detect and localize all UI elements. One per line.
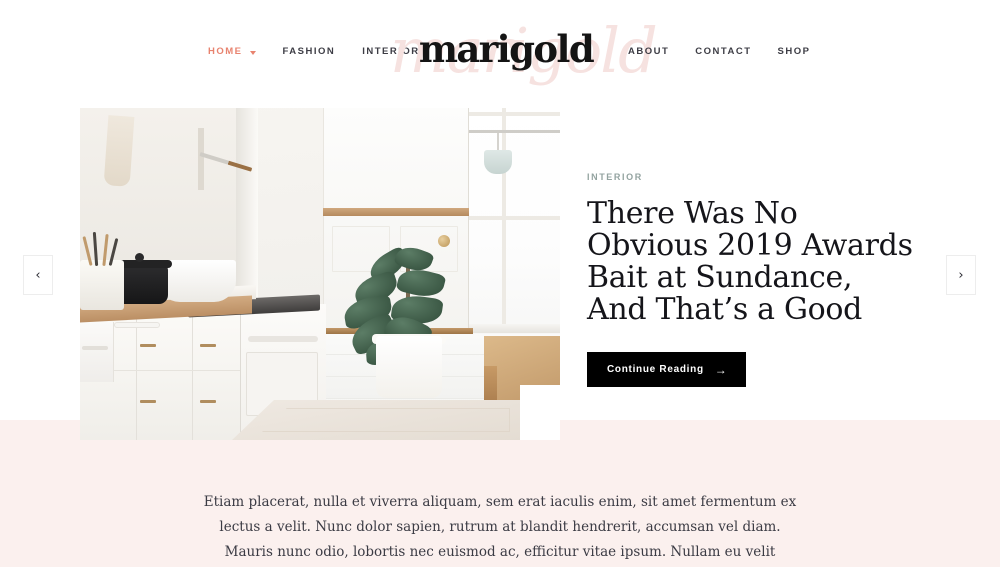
chevron-down-icon[interactable] <box>249 50 256 55</box>
continue-reading-button[interactable]: Continue Reading → <box>587 352 747 387</box>
slider-prev-button[interactable]: ‹ <box>23 255 53 295</box>
photo-dishwasher <box>80 322 114 382</box>
photo-dishwasher-handle <box>82 346 108 350</box>
photo-cabinet-pull <box>200 344 216 347</box>
hero-text-block: INTERIOR There Was No Obvious 2019 Award… <box>587 172 917 387</box>
nav-item-contact[interactable]: CONTACT <box>695 45 751 59</box>
photo-hanging-planter <box>484 150 512 174</box>
primary-navigation-right: ABOUT CONTACT SHOP <box>628 45 810 59</box>
nav-item-home-wrapper[interactable]: HOME <box>208 45 256 59</box>
photo-cabinet-seam <box>136 314 137 440</box>
photo-hanging-towel <box>103 115 135 187</box>
photo-cabinet-pull <box>140 400 156 403</box>
photo-door <box>323 108 469 334</box>
nav-item-about[interactable]: ABOUT <box>628 45 669 59</box>
chevron-left-icon: ‹ <box>35 267 41 283</box>
photo-stove-knobs <box>248 336 318 342</box>
photo-rug-border <box>262 408 510 432</box>
photo-pot-knob <box>135 253 144 262</box>
site-header: HOME FASHION INTERIOR marigold marigold … <box>0 0 1000 108</box>
photo-cabinet-pull <box>200 400 216 403</box>
photo-cabinet-pull <box>140 344 156 347</box>
photo-drawer-handle <box>114 322 160 328</box>
photo-knife-strip <box>198 128 204 190</box>
photo-hanging-cord <box>497 133 499 151</box>
nav-item-shop[interactable]: SHOP <box>778 45 811 59</box>
continue-reading-label: Continue Reading <box>607 364 704 375</box>
nav-item-home[interactable]: HOME <box>208 45 243 59</box>
slider-next-button[interactable]: › <box>946 255 976 295</box>
intro-section: Etiam placerat, nulla et viverra aliquam… <box>0 490 1000 567</box>
photo-corner-notch <box>520 385 560 440</box>
arrow-right-icon: → <box>714 362 728 377</box>
photo-cabinet-seam <box>192 314 193 440</box>
site-logo[interactable]: marigold marigold <box>390 6 658 101</box>
logo-wordmark: marigold <box>418 27 595 71</box>
chevron-right-icon: › <box>958 267 964 283</box>
photo-door-rail <box>323 208 469 216</box>
intro-paragraph: Etiam placerat, nulla et viverra aliquam… <box>203 494 797 560</box>
hero-image <box>80 108 560 440</box>
primary-navigation-left: HOME FASHION INTERIOR <box>208 45 420 59</box>
kitchen-photo <box>80 108 560 440</box>
photo-door-knob <box>438 235 450 247</box>
photo-planter <box>376 336 442 398</box>
hero-headline: There Was No Obvious 2019 Awards Bait at… <box>587 196 913 327</box>
photo-utensil-crock <box>80 260 124 310</box>
nav-item-fashion[interactable]: FASHION <box>283 45 336 59</box>
hero-category[interactable]: INTERIOR <box>587 172 917 182</box>
